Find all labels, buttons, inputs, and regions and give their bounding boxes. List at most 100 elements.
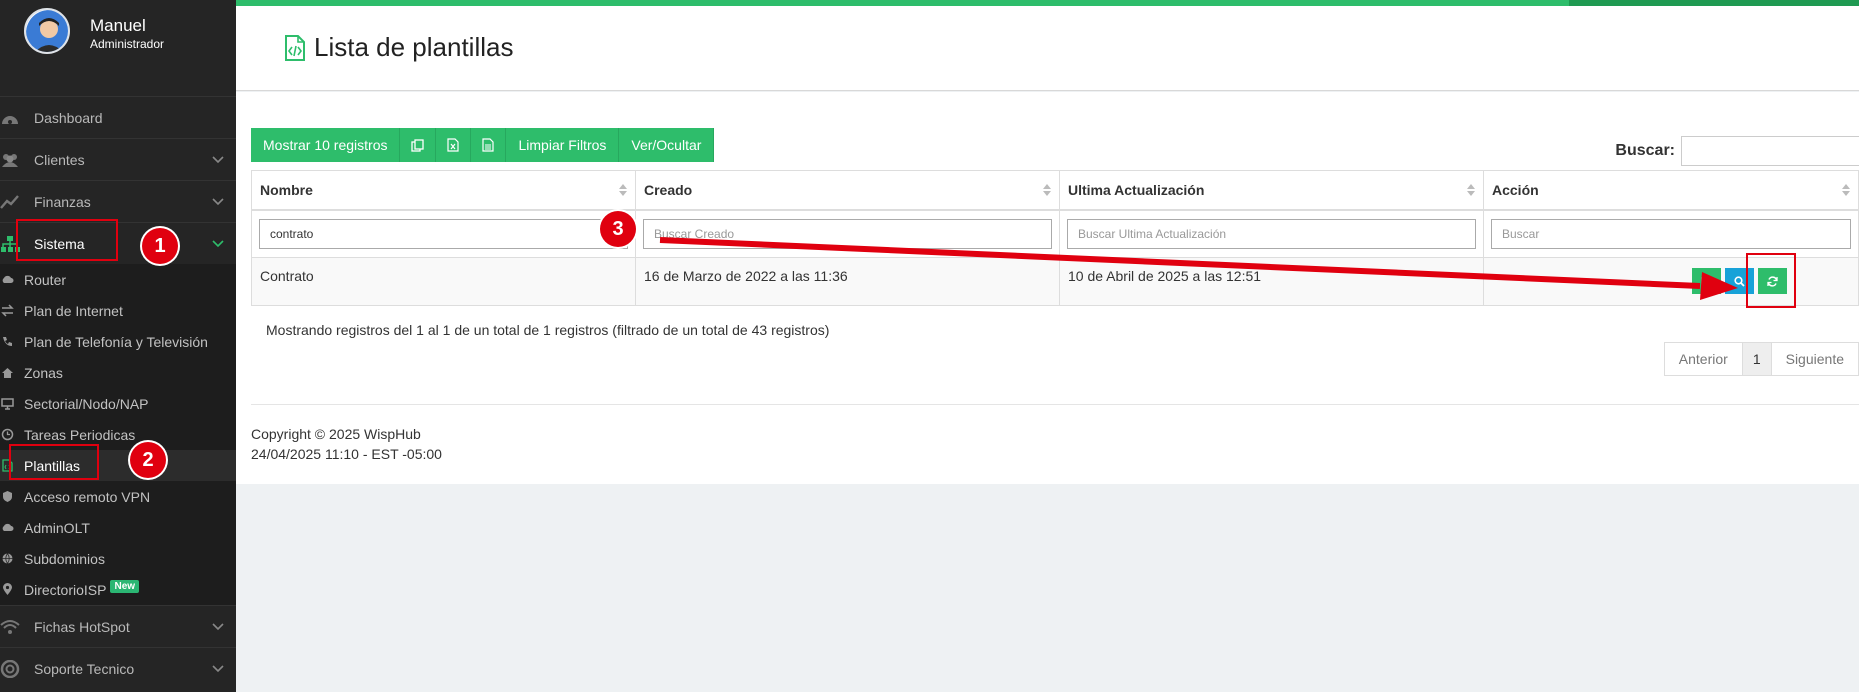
column-header-nombre[interactable]: Nombre bbox=[251, 170, 636, 211]
sidebar-item-label: Router bbox=[24, 271, 67, 288]
chevron-down-icon bbox=[212, 665, 224, 673]
sort-icon bbox=[1467, 184, 1475, 196]
column-header-creado[interactable]: Creado bbox=[635, 170, 1060, 211]
footer: Copyright © 2025 WispHub 24/04/2025 11:1… bbox=[251, 424, 442, 464]
page-title: Lista de plantillas bbox=[284, 32, 513, 63]
sidebar-item-sectorial[interactable]: Sectorial/Nodo/NAP bbox=[0, 388, 236, 419]
sort-icon bbox=[1842, 184, 1850, 196]
sidebar-item-adminolt[interactable]: AdminOLT bbox=[0, 512, 236, 543]
phone-icon bbox=[3, 337, 12, 346]
pdf-button[interactable] bbox=[471, 128, 507, 162]
cell-acciones bbox=[1483, 257, 1859, 306]
page-header: Lista de plantillas bbox=[236, 6, 1859, 91]
table-toolbar: Mostrar 10 registros Limpiar Filtros Ver… bbox=[251, 128, 715, 162]
column-header-actualizacion[interactable]: Ultima Actualización bbox=[1059, 170, 1484, 211]
sidebar-item-label: Sectorial/Nodo/NAP bbox=[24, 395, 149, 412]
pagination-next[interactable]: Siguiente bbox=[1772, 343, 1858, 375]
divider bbox=[251, 404, 1859, 405]
new-badge: New bbox=[110, 580, 140, 593]
sidebar-item-plan-internet[interactable]: Plan de Internet bbox=[0, 295, 236, 326]
sidebar-item-label: Plan de Telefonía y Televisión bbox=[24, 333, 208, 350]
sidebar-item-plan-telefonia[interactable]: Plan de Telefonía y Televisión bbox=[0, 326, 236, 357]
sidebar-item-finanzas[interactable]: Finanzas bbox=[0, 180, 236, 222]
chevron-down-icon bbox=[212, 240, 224, 248]
cloud-icon bbox=[2, 523, 14, 531]
filter-actualizacion-input[interactable] bbox=[1067, 218, 1476, 249]
excel-button[interactable] bbox=[436, 128, 472, 162]
search-input[interactable] bbox=[1681, 136, 1859, 166]
avatar[interactable] bbox=[24, 8, 70, 54]
sidebar-item-router[interactable]: Router bbox=[0, 264, 236, 295]
table-row: Contrato 16 de Marzo de 2022 a las 11:36… bbox=[251, 257, 1859, 306]
copy-button[interactable] bbox=[400, 128, 437, 162]
sidebar-item-label: Zonas bbox=[24, 364, 63, 381]
sidebar-item-label: Soporte Tecnico bbox=[34, 660, 135, 677]
sort-icon bbox=[619, 184, 627, 196]
search-box: Buscar: bbox=[1615, 136, 1859, 166]
edit-button[interactable] bbox=[1692, 268, 1721, 294]
toggle-columns-button[interactable]: Ver/Ocultar bbox=[619, 128, 715, 162]
search-label: Buscar: bbox=[1615, 142, 1675, 159]
chevron-down-icon bbox=[212, 156, 224, 164]
cell-creado: 16 de Marzo de 2022 a las 11:36 bbox=[635, 257, 1060, 306]
annotation-box-edit bbox=[1746, 253, 1796, 308]
sidebar-item-vpn[interactable]: Acceso remoto VPN bbox=[0, 481, 236, 512]
shield-icon bbox=[3, 491, 12, 502]
show-records-button[interactable]: Mostrar 10 registros bbox=[251, 128, 401, 162]
sidebar-item-label: DirectorioISP bbox=[24, 581, 107, 598]
sidebar-item-soporte[interactable]: Soporte Tecnico bbox=[0, 647, 236, 689]
page-title-text: Lista de plantillas bbox=[314, 32, 514, 62]
dashboard-icon bbox=[2, 116, 18, 124]
sidebar-item-dashboard[interactable]: Dashboard bbox=[0, 96, 236, 138]
sidebar-item-fichas-hotspot[interactable]: Fichas HotSpot bbox=[0, 605, 236, 647]
copy-icon bbox=[411, 138, 425, 152]
file-code-icon bbox=[285, 34, 305, 61]
file-excel-icon bbox=[447, 138, 460, 152]
sidebar-item-subdominios[interactable]: Subdominios bbox=[0, 543, 236, 574]
cell-nombre: Contrato bbox=[251, 257, 636, 306]
wifi-icon bbox=[0, 620, 20, 634]
life-ring-icon bbox=[0, 660, 20, 678]
clock-icon bbox=[1, 428, 14, 441]
map-marker-icon bbox=[3, 583, 12, 595]
home-icon bbox=[2, 368, 13, 378]
user-role: Administrador bbox=[90, 37, 165, 51]
footer-copyright: Copyright © 2025 WispHub bbox=[251, 426, 421, 442]
annotation-number-1: 1 bbox=[142, 228, 178, 264]
filter-nombre-input[interactable] bbox=[259, 218, 628, 249]
content-panel: Mostrar 10 registros Limpiar Filtros Ver… bbox=[236, 92, 1859, 484]
cell-actualizacion: 10 de Abril de 2025 a las 12:51 bbox=[1059, 257, 1484, 306]
filter-accion-input[interactable] bbox=[1491, 218, 1851, 249]
sidebar-item-zonas[interactable]: Zonas bbox=[0, 357, 236, 388]
sidebar-item-label: AdminOLT bbox=[24, 519, 90, 536]
annotation-number-3: 3 bbox=[600, 211, 636, 247]
exchange-icon bbox=[1, 304, 14, 317]
sidebar-item-label: Fichas HotSpot bbox=[34, 618, 130, 635]
chevron-down-icon bbox=[212, 198, 224, 206]
pagination-page-1[interactable]: 1 bbox=[1742, 343, 1772, 375]
sidebar-item-label: Tareas Periodicas bbox=[24, 426, 136, 443]
cloud-icon bbox=[2, 275, 14, 283]
pagination-prev[interactable]: Anterior bbox=[1665, 343, 1743, 375]
clear-filters-button[interactable]: Limpiar Filtros bbox=[506, 128, 620, 162]
filter-creado-input[interactable] bbox=[643, 218, 1052, 249]
edit-icon bbox=[1701, 275, 1712, 287]
file-text-icon bbox=[482, 138, 495, 152]
templates-table: Nombre Creado Ultima Actualización Acció… bbox=[251, 170, 1859, 306]
pagination: Anterior 1 Siguiente bbox=[1663, 342, 1859, 376]
annotation-box-plantillas bbox=[9, 444, 99, 480]
globe-icon bbox=[2, 553, 13, 565]
sidebar-menu: Dashboard Clientes Finanzas Sistema Rout… bbox=[0, 96, 236, 689]
sidebar-item-label: Acceso remoto VPN bbox=[24, 488, 151, 505]
chevron-down-icon bbox=[212, 623, 224, 631]
desktop-icon bbox=[1, 398, 14, 410]
user-name: Manuel bbox=[90, 16, 146, 35]
sort-icon bbox=[1043, 184, 1051, 196]
column-header-accion[interactable]: Acción bbox=[1483, 170, 1859, 211]
sidebar: Manuel Administrador Dashboard Clientes … bbox=[0, 0, 236, 692]
sidebar-item-label: Dashboard bbox=[34, 109, 103, 126]
search-icon bbox=[1734, 275, 1745, 287]
sidebar-item-directorioisp[interactable]: DirectorioISP New bbox=[0, 574, 236, 605]
footer-datetime: 24/04/2025 11:10 - EST -05:00 bbox=[251, 446, 442, 462]
sidebar-item-clientes[interactable]: Clientes bbox=[0, 138, 236, 180]
